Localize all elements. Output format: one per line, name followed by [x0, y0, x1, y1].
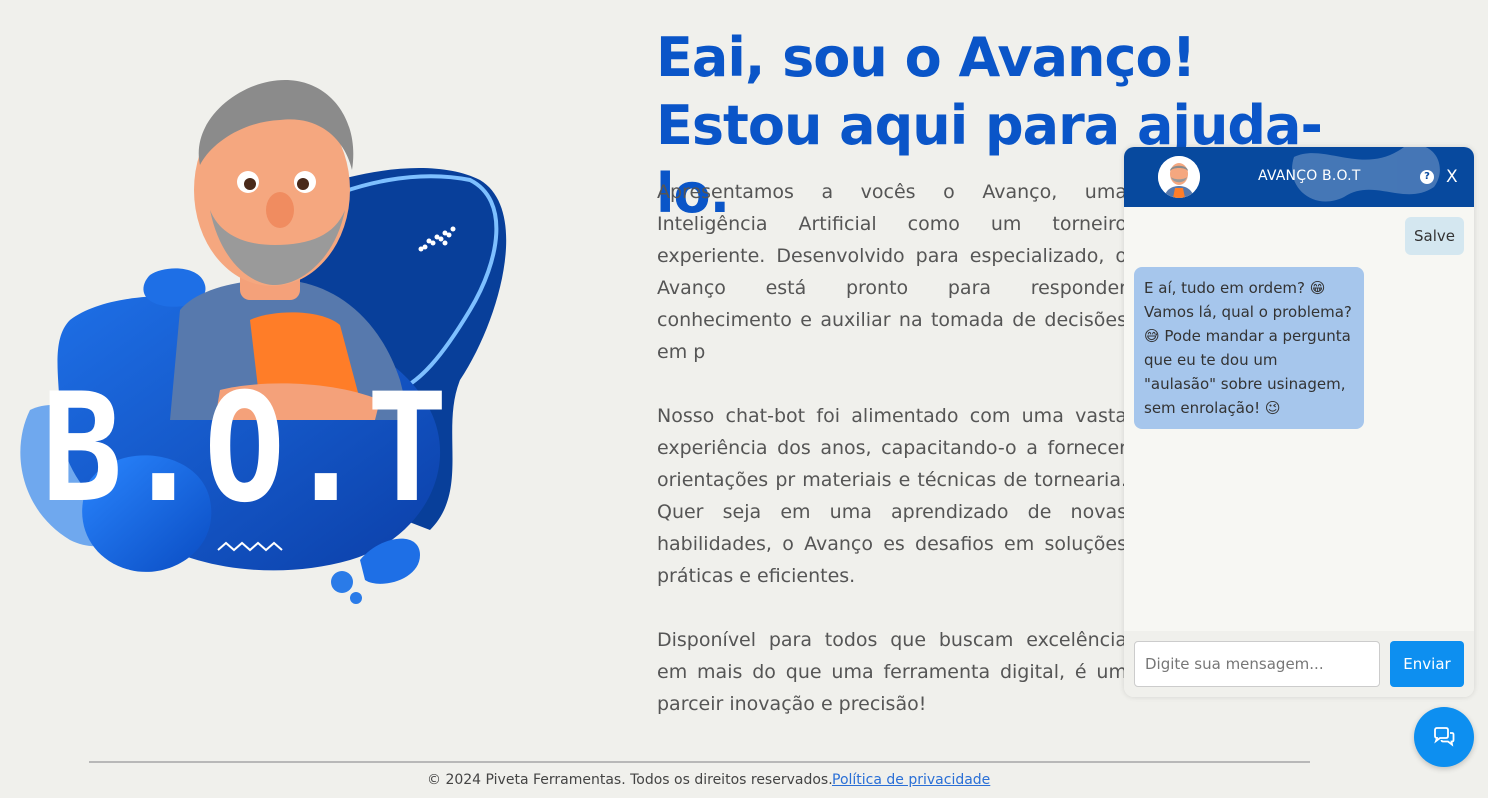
privacy-policy-link[interactable]: Política de privacidade: [832, 772, 990, 788]
hero-badge-text: B.O.T: [41, 361, 447, 535]
intro-paragraph: Nosso chat-bot foi alimentado com uma va…: [657, 405, 1127, 587]
send-button[interactable]: Enviar: [1390, 641, 1464, 687]
bot-message-bubble: E aí, tudo em ordem? 😁 Vamos lá, qual o …: [1134, 267, 1364, 429]
intro-paragraph: Disponível para todos que buscam excelên…: [657, 629, 1127, 715]
chat-bubbles-icon: [1434, 727, 1455, 747]
footer-copyright: © 2024 Piveta Ferramentas. Todos os dire…: [427, 772, 833, 788]
headline-line-1: Eai, sou o Avanço!: [656, 26, 1196, 89]
chat-toggle-button[interactable]: [1414, 707, 1474, 767]
chat-message-input[interactable]: [1134, 641, 1380, 687]
help-icon[interactable]: ?: [1420, 170, 1434, 184]
chat-title: AVANÇO B.O.T: [1258, 168, 1361, 184]
bot-avatar: [1158, 156, 1200, 198]
close-chat-button[interactable]: X: [1446, 167, 1458, 187]
hero-illustration: B.O.T: [0, 60, 540, 620]
user-message-bubble: Salve: [1405, 217, 1464, 255]
chat-header: AVANÇO B.O.T ? X: [1124, 147, 1474, 207]
intro-paragraph: Apresentamos a vocês o Avanço, uma Intel…: [657, 181, 1127, 363]
chat-input-bar: Enviar: [1124, 631, 1474, 697]
chat-window: AVANÇO B.O.T ? X Salve E aí, tudo em ord…: [1124, 147, 1474, 697]
footer-divider: [89, 761, 1310, 763]
intro-text: Apresentamos a vocês o Avanço, uma Intel…: [657, 176, 1127, 752]
